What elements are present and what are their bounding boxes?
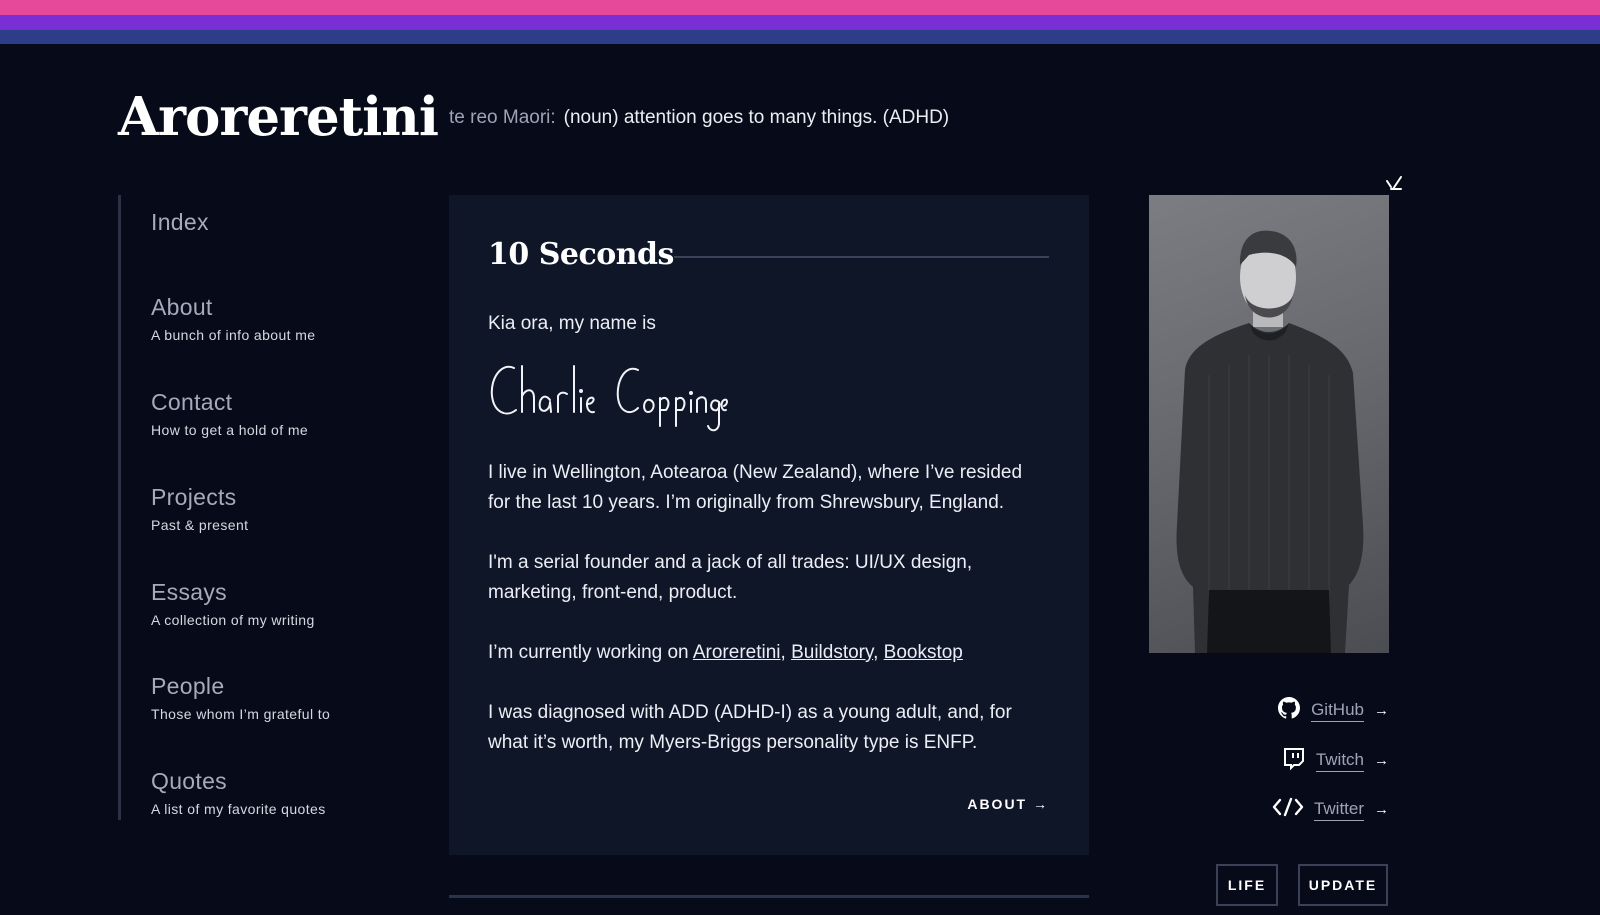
bio-projects-prefix: I’m currently working on [488, 642, 693, 663]
intro-text: Kia ora, my name is [488, 313, 656, 334]
sidebar-nav: Index About A bunch of info about me Con… [118, 195, 418, 820]
sidebar-item-contact[interactable]: Contact How to get a hold of me [151, 389, 308, 438]
github-icon [1277, 696, 1301, 725]
social-link-github[interactable]: GitHub → [1277, 696, 1389, 725]
tagline-definition: (noun) attention goes to many things. (A… [563, 107, 950, 128]
signature-image [488, 360, 728, 439]
top-stripe-blue [0, 30, 1600, 44]
title-divider [674, 256, 1049, 258]
sidebar-item-subtitle: A list of my favorite quotes [151, 801, 326, 817]
tagline-language: te reo Maori: [449, 107, 556, 128]
bio-location: I live in Wellington, Aotearoa (New Zeal… [488, 462, 1023, 513]
sidebar-item-projects[interactable]: Projects Past & present [151, 484, 248, 533]
sidebar-item-label: Essays [151, 579, 227, 605]
sidebar-item-people[interactable]: People Those whom I’m grateful to [151, 673, 330, 722]
sidebar-item-label: People [151, 673, 225, 699]
sidebar-item-subtitle: A collection of my writing [151, 612, 315, 628]
arrow-right-icon: → [1374, 702, 1389, 719]
code-icon [1272, 796, 1304, 823]
social-link-label[interactable]: Twitter [1313, 799, 1364, 821]
tagline: te reo Maori: (noun) attention goes to ma… [449, 107, 949, 129]
card-title: 10 Seconds [488, 237, 674, 272]
sidebar-item-subtitle: Those whom I’m grateful to [151, 706, 331, 722]
next-card [449, 895, 1089, 915]
sidebar-item-subtitle: How to get a hold of me [151, 422, 309, 438]
sidebar-item-label: About [151, 294, 213, 320]
intro-card: 10 Seconds Kia ora, my name is I live in… [449, 195, 1089, 855]
sidebar-item-label: Projects [151, 484, 237, 510]
arrow-right-icon: → [1374, 801, 1389, 818]
social-link-label[interactable]: Twitch [1315, 750, 1364, 772]
social-link-twitter[interactable]: Twitter → [1272, 796, 1389, 823]
sidebar-item-label: Index [151, 209, 209, 235]
bio-roles: I'm a serial founder and a jack of all t… [488, 552, 973, 603]
top-stripe-purple [0, 15, 1600, 30]
social-link-label[interactable]: GitHub [1311, 700, 1364, 722]
sidebar-item-subtitle: A bunch of info about me [151, 327, 316, 343]
profile-photo [1149, 195, 1389, 653]
project-link-aroreretini[interactable]: Aroreretini [693, 642, 781, 663]
sidebar-item-label: Quotes [151, 768, 227, 794]
project-link-buildstory[interactable]: Buildstory [791, 642, 873, 663]
top-stripe-pink [0, 0, 1600, 15]
project-link-bookstop[interactable]: Bookstop [884, 642, 963, 663]
sidebar-item-about[interactable]: About A bunch of info about me [151, 294, 316, 343]
sidebar-item-label: Contact [151, 389, 233, 415]
twitch-icon [1282, 746, 1306, 775]
bio-projects: I’m currently working on Aroreretini, Bu… [488, 642, 963, 663]
spark-doodle-icon [1385, 175, 1403, 195]
site-logo[interactable]: Aroreretini [118, 86, 439, 148]
sidebar-item-index[interactable]: Index [151, 209, 209, 236]
about-link[interactable]: ABOUT → [967, 796, 1049, 812]
arrow-right-icon: → [1374, 752, 1389, 769]
social-link-twitch[interactable]: Twitch → [1282, 746, 1389, 775]
sidebar-item-quotes[interactable]: Quotes A list of my favorite quotes [151, 768, 326, 817]
sidebar-item-essays[interactable]: Essays A collection of my writing [151, 579, 315, 628]
bio-diagnosis: I was diagnosed with ADD (ADHD-I) as a y… [488, 702, 1012, 753]
sidebar-item-subtitle: Past & present [151, 517, 249, 533]
